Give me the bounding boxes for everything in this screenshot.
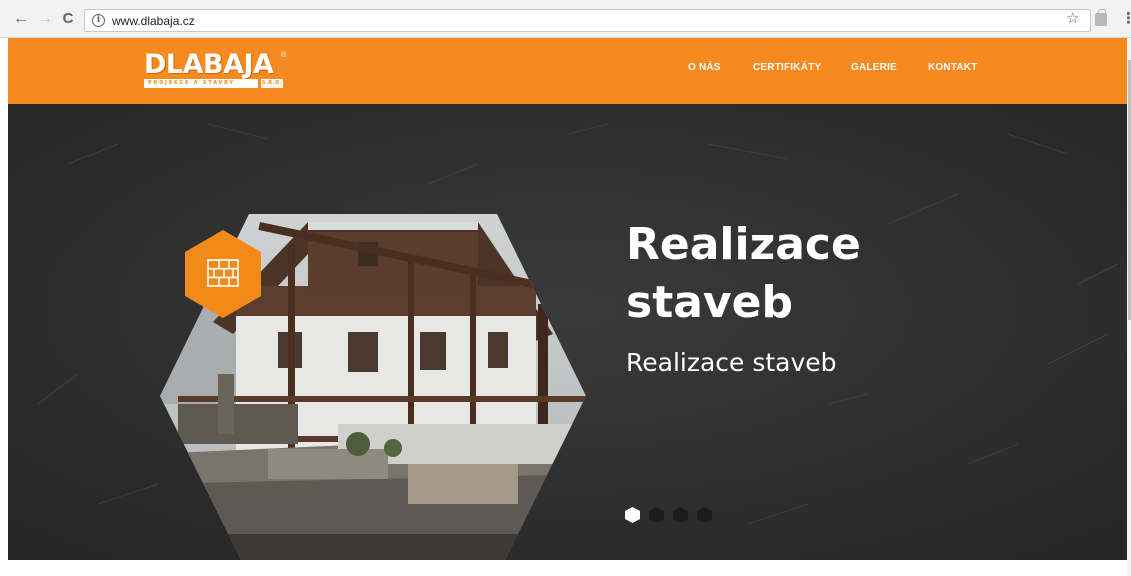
site-header: DLABAJA ® PROJEKCE A STAVBY S.R.O. O NÁS… [8,38,1127,104]
reload-icon[interactable]: C [60,11,76,27]
nav-link-o-nas[interactable]: O NÁS [688,62,721,74]
slider-dot-3[interactable] [673,507,688,523]
kebab-menu-icon[interactable]: ⋮ [1121,10,1131,28]
hero-slider: Realizace staveb Realizace staveb [8,104,1127,560]
hero-subtitle: Realizace staveb [626,348,837,377]
bookmark-star-icon[interactable]: ☆ [1066,10,1079,28]
slider-dot-4[interactable] [697,507,712,523]
extension-icon[interactable] [1095,9,1107,26]
back-arrow-icon[interactable]: ← [13,11,29,27]
info-icon[interactable]: i [92,14,105,27]
browser-toolbar: ← → C i www.dlabaja.cz ☆ ⋮ [0,0,1131,38]
hero-house-photo [160,214,586,560]
nav-link-galerie[interactable]: GALERIE [851,62,897,74]
slider-pagination [623,504,723,524]
forward-arrow-icon[interactable]: → [37,11,53,27]
slider-dot-1[interactable] [625,507,640,523]
nav-link-certifikaty[interactable]: CERTIFIKÁTY [753,62,821,74]
nav-link-kontakt[interactable]: KONTAKT [928,62,978,74]
page-content-start [0,560,1131,576]
url-text[interactable]: www.dlabaja.cz [112,14,195,28]
main-navigation: O NÁS CERTIFIKÁTY GALERIE KONTAKT [8,38,1127,104]
address-bar[interactable]: i www.dlabaja.cz [84,9,1091,32]
slider-dot-2[interactable] [649,507,664,523]
hero-title: Realizace staveb [626,219,861,328]
